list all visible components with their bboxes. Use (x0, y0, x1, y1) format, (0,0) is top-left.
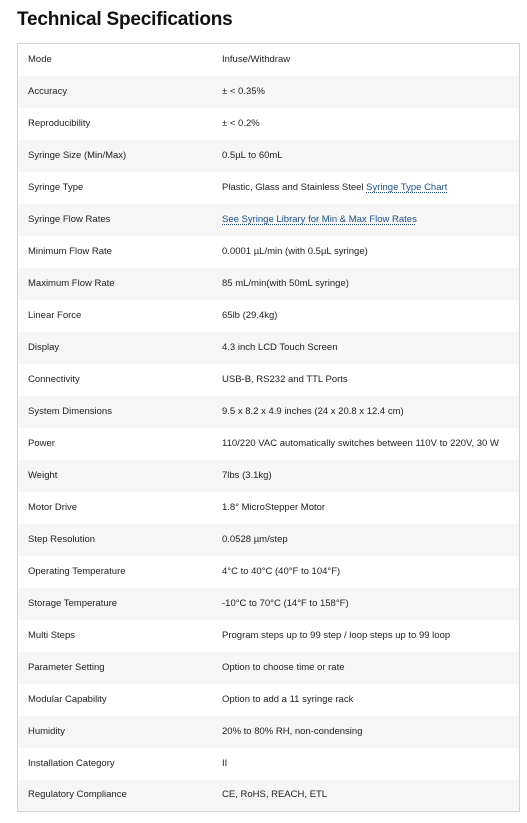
spec-label: Motor Drive (28, 501, 78, 513)
syringe-library-link[interactable]: See Syringe Library for Min & Max Flow R… (222, 214, 417, 225)
spec-value: CE, RoHS, REACH, ETL (222, 779, 520, 812)
spec-value: 4°C to 40°C (40°F to 104°F) (222, 565, 341, 577)
table-row: System Dimensions 9.5 x 8.2 x 4.9 inches … (17, 395, 520, 428)
table-row: Mode Infuse/Withdraw (18, 44, 520, 76)
spec-value: 1.8° MicroStepper Motor (222, 501, 326, 513)
spec-value: II (222, 757, 228, 769)
syringe-type-chart-link[interactable]: Syringe Type Chart (366, 182, 447, 193)
table-row: Accuracy ± < 0.35% (17, 75, 520, 108)
table-row: Linear Force 65lb (29.4kg) (18, 300, 520, 332)
spec-label: Power (28, 437, 55, 449)
spec-label: Connectivity (28, 373, 80, 385)
spec-label: Multi Steps (28, 629, 75, 641)
spec-label: Installation Category (28, 757, 115, 769)
spec-value: 65lb (29.4kg) (222, 309, 278, 321)
spec-label: Display (17, 331, 222, 364)
table-row: Parameter Setting Option to choose time o… (17, 651, 520, 684)
spec-table: Mode Infuse/Withdraw Accuracy ± < 0.35% Re… (17, 43, 520, 812)
spec-value: 7lbs (3.1kg) (222, 459, 520, 492)
spec-label: Maximum Flow Rate (17, 267, 222, 300)
table-row: Weight 7lbs (3.1kg) (17, 459, 520, 492)
spec-value: Option to choose time or rate (222, 651, 520, 684)
table-row: Connectivity USB-B, RS232 and TTL Ports (18, 364, 520, 396)
table-row: Reproducibility ± < 0.2% (18, 108, 520, 140)
spec-label: Humidity (17, 715, 222, 748)
spec-value: 4.3 inch LCD Touch Screen (222, 331, 520, 364)
table-row: Syringe Flow Rates See Syringe Library fo… (17, 203, 520, 236)
spec-value: -10°C to 70°C (14°F to 158°F) (222, 587, 520, 620)
table-row: Motor Drive 1.8° MicroStepper Motor (18, 492, 520, 524)
table-row: Modular Capability Option to add a 11 syr… (18, 684, 520, 716)
spec-value: Program steps up to 99 step / loop steps… (222, 629, 451, 641)
spec-value: See Syringe Library for Min & Max Flow R… (222, 203, 520, 236)
table-row: Display 4.3 inch LCD Touch Screen (17, 331, 520, 364)
spec-value: 20% to 80% RH, non-condensing (222, 715, 520, 748)
spec-value: 0.5µL to 60mL (222, 139, 520, 172)
spec-value: 110/220 VAC automatically switches betwe… (222, 437, 499, 449)
spec-label: Minimum Flow Rate (28, 245, 112, 257)
spec-label: Weight (17, 459, 222, 492)
spec-label: Syringe Type (28, 181, 84, 193)
spec-value: ± < 0.2% (222, 117, 260, 129)
spec-value: Option to add a 11 syringe rack (222, 693, 354, 705)
spec-value: 0.0001 µL/min (with 0.5µL syringe) (222, 245, 368, 257)
spec-label: Modular Capability (28, 693, 107, 705)
table-row: Step Resolution 0.0528 µm/step (17, 523, 520, 556)
table-row: Operating Temperature 4°C to 40°C (40°F t… (18, 556, 520, 588)
table-row: Power 110/220 VAC automatically switches … (18, 428, 520, 460)
spec-value: Infuse/Withdraw (222, 53, 291, 65)
spec-table-body: Mode Infuse/Withdraw Accuracy ± < 0.35% Re… (17, 44, 520, 812)
table-row: Maximum Flow Rate 85 mL/min(with 50mL syr… (17, 267, 520, 300)
spec-value-text: Plastic, Glass and Stainless Steel (222, 181, 367, 193)
spec-value: Plastic, Glass and Stainless Steel Syrin… (222, 172, 520, 204)
spec-label: Syringe Flow Rates (17, 203, 222, 236)
table-row: Multi Steps Program steps up to 99 step /… (18, 620, 520, 652)
table-row: Syringe Size (Min/Max) 0.5µL to 60mL (17, 139, 520, 172)
spec-label: System Dimensions (17, 395, 222, 428)
spec-label: Operating Temperature (28, 565, 126, 577)
spec-value: 9.5 x 8.2 x 4.9 inches (24 x 20.8 x 12.4… (222, 395, 520, 428)
spec-label: Storage Temperature (17, 587, 222, 620)
spec-value: 0.0528 µm/step (222, 523, 520, 556)
table-row: Regulatory Compliance CE, RoHS, REACH, ET… (17, 779, 520, 812)
spec-label: Step Resolution (17, 523, 222, 556)
table-row: Humidity 20% to 80% RH, non-condensing (17, 715, 520, 748)
spec-value: USB-B, RS232 and TTL Ports (222, 373, 348, 385)
spec-label: Syringe Size (Min/Max) (17, 139, 222, 172)
spec-label: Accuracy (17, 75, 222, 108)
spec-label: Reproducibility (28, 117, 91, 129)
spec-value: 85 mL/min(with 50mL syringe) (222, 267, 520, 300)
table-row: Syringe Type Plastic, Glass and Stainless… (18, 172, 520, 204)
table-row: Installation Category II (18, 748, 520, 780)
spec-label: Regulatory Compliance (17, 779, 222, 812)
spec-label: Linear Force (28, 309, 82, 321)
spec-label: Parameter Setting (17, 651, 222, 684)
table-row: Minimum Flow Rate 0.0001 µL/min (with 0.5… (18, 236, 520, 268)
page-title: Technical Specifications (17, 9, 233, 30)
table-row: Storage Temperature -10°C to 70°C (14°F t… (17, 587, 520, 620)
spec-label: Mode (28, 53, 52, 65)
spec-value: ± < 0.35% (222, 75, 520, 108)
